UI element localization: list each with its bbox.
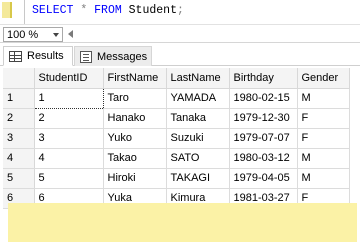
change-marker xyxy=(2,2,12,18)
cell-studentid[interactable]: 1 xyxy=(33,87,104,109)
column-header-gender[interactable]: Gender xyxy=(297,68,350,89)
row-number[interactable]: 5 xyxy=(3,168,35,189)
zoom-select[interactable]: 100 % xyxy=(3,27,63,42)
corner-cell[interactable] xyxy=(3,68,35,89)
row-number[interactable]: 1 xyxy=(3,88,35,109)
messages-icon xyxy=(80,50,92,63)
table-row[interactable]: 5 5 Hiroki TAKAGI 1979-04-05 M xyxy=(3,168,350,189)
cell-firstname[interactable]: Yuko xyxy=(103,128,167,149)
tab-messages[interactable]: Messages xyxy=(74,46,152,66)
column-header-lastname[interactable]: LastName xyxy=(166,68,230,89)
tab-messages-label: Messages xyxy=(97,50,148,63)
empty-results-area xyxy=(8,203,357,242)
cell-birthday[interactable]: 1979-12-30 xyxy=(229,108,298,129)
row-number[interactable]: 4 xyxy=(3,148,35,169)
cell-lastname[interactable]: SATO xyxy=(166,148,230,169)
row-number[interactable]: 2 xyxy=(3,108,35,129)
sql-terminator: ; xyxy=(176,4,184,17)
cell-gender[interactable]: M xyxy=(297,168,350,189)
sql-line[interactable]: SELECT * FROM Student; xyxy=(32,4,184,17)
column-header-birthday[interactable]: Birthday xyxy=(229,68,298,89)
grid-icon xyxy=(9,50,22,62)
results-grid-area: StudentID FirstName LastName Birthday Ge… xyxy=(0,66,360,247)
cell-studentid[interactable]: 4 xyxy=(34,148,104,169)
table-row[interactable]: 1 1 Taro YAMADA 1980-02-15 M xyxy=(3,87,350,109)
zoom-bar: 100 % xyxy=(0,24,360,43)
cell-gender[interactable]: M xyxy=(297,88,350,109)
sql-operator-star: * xyxy=(80,4,88,17)
column-header-firstname[interactable]: FirstName xyxy=(103,68,167,89)
cell-studentid[interactable]: 5 xyxy=(34,168,104,189)
tab-results[interactable]: Results xyxy=(3,46,73,66)
cell-firstname[interactable]: Hiroki xyxy=(103,168,167,189)
sql-table-name: Student xyxy=(128,4,177,17)
scroll-left-icon[interactable] xyxy=(68,30,73,38)
sql-keyword-from: FROM xyxy=(94,4,122,17)
table-row[interactable]: 3 3 Yuko Suzuki 1979-07-07 F xyxy=(3,128,350,149)
cell-birthday[interactable]: 1980-02-15 xyxy=(229,88,298,109)
cell-birthday[interactable]: 1979-07-07 xyxy=(229,128,298,149)
cell-lastname[interactable]: YAMADA xyxy=(166,88,230,109)
query-editor[interactable]: SELECT * FROM Student; xyxy=(0,0,360,24)
results-tabs: Results Messages xyxy=(0,43,360,66)
cell-lastname[interactable]: Suzuki xyxy=(166,128,230,149)
tab-results-label: Results xyxy=(27,50,64,62)
column-header-studentid[interactable]: StudentID xyxy=(34,68,104,89)
editor-gutter xyxy=(0,0,20,24)
cell-firstname[interactable]: Hanako xyxy=(103,108,167,129)
table-row[interactable]: 2 2 Hanako Tanaka 1979-12-30 F xyxy=(3,108,350,129)
cell-birthday[interactable]: 1979-04-05 xyxy=(229,168,298,189)
cell-lastname[interactable]: TAKAGI xyxy=(166,168,230,189)
cell-studentid[interactable]: 3 xyxy=(34,128,104,149)
results-grid: StudentID FirstName LastName Birthday Ge… xyxy=(3,68,350,209)
header-row: StudentID FirstName LastName Birthday Ge… xyxy=(3,68,350,89)
chevron-down-icon xyxy=(53,33,59,37)
cell-gender[interactable]: F xyxy=(297,128,350,149)
cell-gender[interactable]: M xyxy=(297,148,350,169)
cell-lastname[interactable]: Tanaka xyxy=(166,108,230,129)
cell-gender[interactable]: F xyxy=(297,108,350,129)
gutter-divider xyxy=(24,0,25,24)
cell-birthday[interactable]: 1980-03-12 xyxy=(229,148,298,169)
zoom-value: 100 % xyxy=(7,29,39,41)
table-row[interactable]: 4 4 Takao SATO 1980-03-12 M xyxy=(3,148,350,169)
cell-studentid[interactable]: 2 xyxy=(34,108,104,129)
cell-firstname[interactable]: Takao xyxy=(103,148,167,169)
cell-firstname[interactable]: Taro xyxy=(103,88,167,109)
row-number[interactable]: 3 xyxy=(3,128,35,149)
sql-keyword-select: SELECT xyxy=(32,4,74,17)
